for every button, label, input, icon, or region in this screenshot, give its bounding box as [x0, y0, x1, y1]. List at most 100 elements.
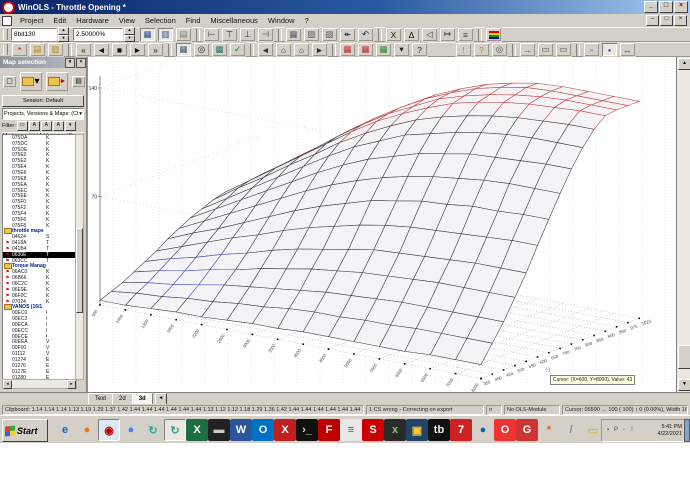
scroll-up-icon[interactable]: ▲ — [678, 58, 690, 70]
copy-map-icon[interactable]: ▭ — [555, 42, 572, 57]
hex-view-icon[interactable]: ▩ — [211, 42, 228, 57]
photo-app-icon[interactable]: ▣ — [406, 419, 428, 441]
dock-top-icon[interactable]: ⊤ — [221, 27, 238, 42]
menu-window[interactable]: Window — [263, 15, 300, 26]
menu-project[interactable]: Project — [15, 15, 48, 26]
wallet-icon[interactable]: ▬ — [208, 419, 230, 441]
last-icon[interactable]: » — [147, 42, 164, 57]
pinwheel-icon[interactable]: x — [384, 419, 406, 441]
scroll-right-icon[interactable]: ► — [67, 380, 76, 389]
prev-icon[interactable]: ◄ — [93, 42, 110, 57]
width-icon[interactable]: ↔ — [619, 42, 636, 57]
scrollbar-thumb[interactable] — [76, 227, 83, 313]
winols-app-icon[interactable]: ◉ — [98, 419, 120, 441]
copy-window-icon[interactable]: ▭ — [537, 42, 554, 57]
toolbar-grip[interactable] — [3, 44, 8, 55]
daisy-icon[interactable]: * — [538, 419, 560, 441]
stop-icon[interactable]: ■ — [111, 42, 128, 57]
show-desktop-button[interactable] — [684, 419, 690, 442]
chrome-icon[interactable]: ● — [120, 419, 142, 441]
open-project-button[interactable]: ▾ — [19, 70, 43, 92]
mdi-minimize-button[interactable]: – — [646, 15, 659, 26]
maximize-button[interactable]: □ — [659, 1, 673, 13]
version-folder-icon[interactable]: ▥ — [47, 42, 64, 57]
view-2d-icon[interactable]: ▦ — [139, 27, 156, 42]
tb-circle-icon[interactable]: tb — [428, 419, 450, 441]
quicktime7-icon[interactable]: 7 — [450, 419, 472, 441]
minimize-button[interactable]: _ — [644, 1, 658, 13]
delta-icon[interactable]: Δ — [403, 27, 420, 42]
menu-find[interactable]: Find — [181, 15, 206, 26]
menu-edit[interactable]: Edit — [48, 15, 71, 26]
ie-icon[interactable]: e — [54, 419, 76, 441]
project-folder-icon[interactable]: ▤ — [29, 42, 46, 57]
bookmark-icon[interactable]: ! — [455, 42, 472, 57]
clear-icon[interactable]: X — [385, 27, 402, 42]
filter-c-button[interactable]: A — [52, 121, 64, 131]
checksum-icon[interactable]: * — [11, 42, 28, 57]
menu-miscellaneous[interactable]: Miscellaneous — [205, 15, 263, 26]
notepad-icon[interactable]: ≡ — [340, 419, 362, 441]
outlook-icon[interactable]: O — [252, 419, 274, 441]
apply-icon[interactable]: ↦ — [439, 27, 456, 42]
view-3d-icon[interactable]: ▥ — [157, 27, 174, 42]
session-button[interactable]: Session: Default — [2, 95, 84, 107]
filter-all-button[interactable]: ▭ — [16, 121, 28, 131]
scroll-left-icon[interactable]: ◄ — [3, 380, 12, 389]
dock-bottom-icon[interactable]: ⊥ — [239, 27, 256, 42]
firefox-icon[interactable]: ● — [472, 419, 494, 441]
red-x-app-icon[interactable]: X — [274, 419, 296, 441]
filter-a-button[interactable]: A — [28, 121, 40, 131]
menu-selection[interactable]: Selection — [140, 15, 181, 26]
help-icon[interactable]: ? — [411, 42, 428, 57]
export-icon[interactable]: → — [519, 42, 536, 57]
word-icon[interactable]: W — [230, 419, 252, 441]
dock-right-icon[interactable]: ⊣ — [257, 27, 274, 42]
start-button[interactable]: Start — [2, 419, 48, 442]
grid-rows-icon[interactable]: ▧ — [303, 27, 320, 42]
grid-icon[interactable]: ▦ — [285, 27, 302, 42]
difference-map-icon[interactable]: ▦ — [357, 42, 374, 57]
map-dropdown-icon[interactable]: ▾ — [393, 42, 410, 57]
tray-icon-3[interactable]: ◦ — [620, 426, 628, 435]
mdi-close-button[interactable]: × — [674, 15, 687, 26]
selection-filled-icon[interactable]: ▪ — [601, 42, 618, 57]
grid-cols-icon[interactable]: ▨ — [321, 27, 338, 42]
prev-map-icon[interactable]: ◄ — [257, 42, 274, 57]
first-icon[interactable]: « — [75, 42, 92, 57]
menu-hardware[interactable]: Hardware — [71, 15, 114, 26]
sync-icon[interactable]: ↻ — [142, 419, 164, 441]
filter-b-button[interactable]: A — [40, 121, 52, 131]
list-icon[interactable]: ≡ — [457, 27, 474, 42]
panel-close-button[interactable]: × — [76, 57, 86, 68]
sync-active-icon[interactable]: ↻ — [164, 419, 186, 441]
undo-icon[interactable]: ↶ — [357, 27, 374, 42]
dock-left-icon[interactable]: ⊢ — [203, 27, 220, 42]
menu-view[interactable]: View — [114, 15, 140, 26]
skype-red-icon[interactable]: S — [362, 419, 384, 441]
mdi-restore-button[interactable]: □ — [660, 15, 673, 26]
color-bars-icon[interactable] — [485, 27, 502, 42]
current-map-icon[interactable]: ▦ — [375, 42, 392, 57]
filter-drop-button[interactable]: ▾ — [64, 121, 76, 131]
search-icon[interactable]: ◎ — [491, 42, 508, 57]
wrench-icon[interactable]: / — [560, 419, 582, 441]
panel-pin-button[interactable]: ▾ — [65, 57, 75, 68]
excel-icon[interactable]: X — [186, 419, 208, 441]
panel-hscrollbar[interactable]: ◄ ► — [2, 379, 77, 389]
projects-dropdown[interactable]: Projects, Versions & Maps: (Ctrl ▾ — [2, 108, 84, 120]
home-alt-icon[interactable]: ⌂ — [293, 42, 310, 57]
cmd-icon[interactable]: ›_ — [296, 419, 318, 441]
zoom-icon[interactable]: ◎ — [193, 42, 210, 57]
map-3d-view[interactable]: 70 140 600 1000 1400 1800 2200 2600 3000 3500 4000… — [87, 27, 676, 393]
toolbar-grip[interactable] — [3, 29, 8, 40]
home-icon[interactable]: ⌂ — [275, 42, 292, 57]
target-g-icon[interactable]: G — [516, 419, 538, 441]
mdi-child-icon[interactable] — [2, 15, 12, 26]
close-button[interactable]: × — [674, 1, 688, 13]
next-map-icon[interactable]: ► — [311, 42, 328, 57]
ruler-icon[interactable]: ✓ — [229, 42, 246, 57]
tray-icon-1[interactable]: ▪ — [604, 426, 612, 435]
menu-[interactable]: ? — [300, 15, 314, 26]
scrollbar-thumb[interactable] — [678, 345, 690, 369]
